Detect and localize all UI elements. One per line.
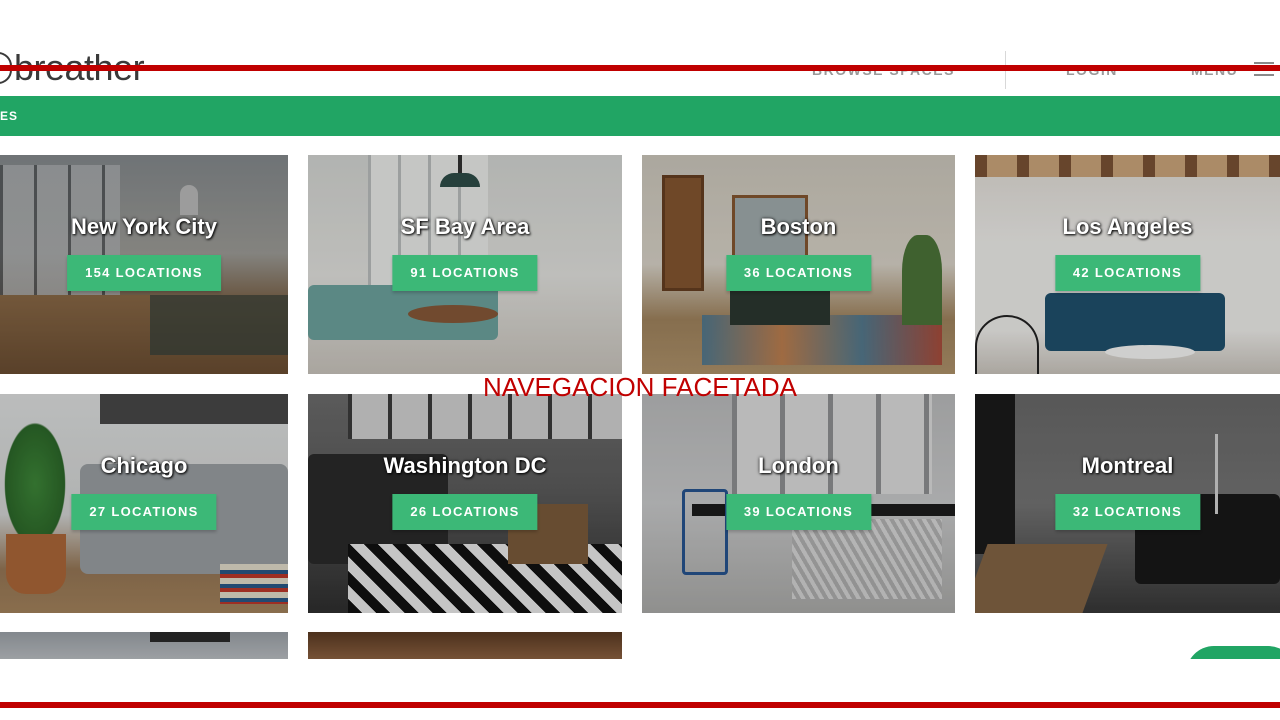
city-card-london[interactable]: London 39 LOCATIONS xyxy=(642,394,955,613)
locations-button[interactable]: 42 LOCATIONS xyxy=(1054,255,1201,291)
locations-button[interactable]: 27 LOCATIONS xyxy=(71,494,217,530)
city-name: SF Bay Area xyxy=(400,214,530,239)
locations-button[interactable]: 26 LOCATIONS xyxy=(392,494,538,530)
city-name: Boston xyxy=(760,214,837,239)
category-bar: ES xyxy=(0,96,1280,136)
city-card-washington-dc[interactable]: Washington DC 26 LOCATIONS xyxy=(308,394,622,613)
city-name: New York City xyxy=(71,214,217,239)
locations-button[interactable]: 154 LOCATIONS xyxy=(67,255,221,291)
city-card-boston[interactable]: Boston 36 LOCATIONS xyxy=(642,155,955,374)
city-name: London xyxy=(758,453,839,478)
city-card-sf-bay-area[interactable]: SF Bay Area 91 LOCATIONS xyxy=(308,155,622,374)
city-name: Washington DC xyxy=(383,453,547,478)
city-card-chicago[interactable]: Chicago 27 LOCATIONS xyxy=(0,394,288,613)
city-card-los-angeles[interactable]: Los Angeles 42 LOCATIONS xyxy=(975,155,1280,374)
city-card-partial[interactable] xyxy=(0,632,288,659)
annotation-red-line-top xyxy=(0,65,1280,71)
locations-button[interactable]: 32 LOCATIONS xyxy=(1054,494,1201,530)
locations-button[interactable]: 36 LOCATIONS xyxy=(725,255,872,291)
city-card-new-york[interactable]: New York City 154 LOCATIONS xyxy=(0,155,288,374)
locations-button[interactable]: 39 LOCATIONS xyxy=(725,494,872,530)
locations-button[interactable]: 91 LOCATIONS xyxy=(392,255,538,291)
page-bottom-area xyxy=(0,659,1280,702)
city-card-partial[interactable] xyxy=(308,632,622,659)
category-bar-label[interactable]: ES xyxy=(0,109,18,123)
city-name: Los Angeles xyxy=(1062,214,1193,239)
city-card-montreal[interactable]: Montreal 32 LOCATIONS xyxy=(975,394,1280,613)
city-name: Montreal xyxy=(1081,453,1174,478)
city-name: Chicago xyxy=(100,453,188,478)
annotation-title: NAVEGACION FACETADA xyxy=(483,372,797,402)
annotation-red-line-bottom xyxy=(0,702,1280,708)
